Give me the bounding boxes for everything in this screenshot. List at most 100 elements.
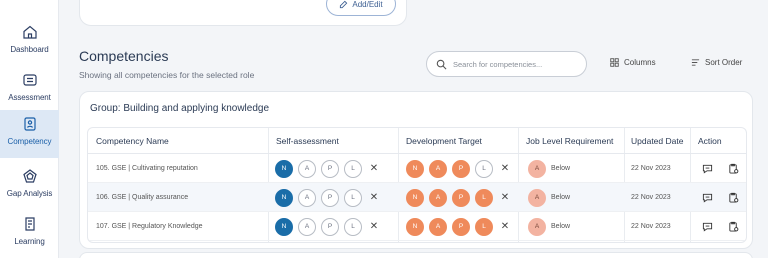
row-actions [702, 212, 739, 241]
assessment-icon [22, 74, 37, 86]
development-target-levels: N A P L ✕ [406, 154, 510, 183]
clear-target-icon[interactable]: ✕ [500, 192, 510, 203]
add-edit-button[interactable]: Add/Edit [326, 0, 396, 16]
learning-icon [24, 217, 35, 231]
clear-target-icon[interactable]: ✕ [500, 221, 510, 232]
next-group-card [79, 252, 753, 258]
self-level-n[interactable]: N [275, 188, 293, 207]
group-title: Group: Building and applying knowledge [90, 103, 270, 114]
header-updated-date[interactable]: Updated Date [631, 128, 683, 154]
comment-icon[interactable] [702, 192, 713, 203]
row-actions [702, 154, 739, 183]
comment-icon[interactable] [702, 221, 713, 232]
sidebar-item-label: Gap Analysis [6, 189, 53, 198]
competency-group-card: Group: Building and applying knowledge C… [79, 91, 753, 249]
self-level-l[interactable]: L [344, 188, 362, 207]
target-level-n[interactable]: N [406, 159, 424, 178]
development-target-levels: N A P L ✕ [406, 183, 510, 212]
clear-self-assessment-icon[interactable]: ✕ [369, 163, 379, 174]
target-level-n[interactable]: N [406, 217, 424, 236]
clear-self-assessment-icon[interactable]: ✕ [369, 192, 379, 203]
main-content: Add/Edit Competencies Showing all compet… [59, 0, 768, 258]
target-level-a[interactable]: A [429, 159, 447, 178]
search-box[interactable] [426, 51, 587, 77]
requirement-status: Below [551, 165, 571, 172]
row-actions [702, 183, 739, 212]
competency-name[interactable]: 106. GSE | Quality assurance [96, 183, 188, 212]
target-level-l[interactable]: L [475, 217, 493, 236]
sidebar-item-label: Competency [7, 137, 52, 146]
self-level-n[interactable]: N [275, 159, 293, 178]
header-development-target[interactable]: Development Target [406, 128, 482, 154]
updated-date: 22 Nov 2023 [631, 223, 671, 230]
target-level-n[interactable]: N [406, 188, 424, 207]
clipboard-settings-icon[interactable] [728, 221, 739, 232]
clear-self-assessment-icon[interactable]: ✕ [369, 221, 379, 232]
target-level-a[interactable]: A [429, 188, 447, 207]
header-self-assessment[interactable]: Self-assessment [276, 128, 339, 154]
sidebar-item-gap-analysis[interactable]: Gap Analysis [0, 162, 59, 210]
table-row: 107. GSE | Regulatory Knowledge N A P L … [88, 212, 746, 241]
page-title: Competencies [79, 48, 169, 64]
sidebar-item-label: Dashboard [10, 45, 49, 54]
self-assessment-levels: N A P L ✕ [275, 183, 379, 212]
target-level-p[interactable]: P [452, 188, 470, 207]
updated-date: 22 Nov 2023 [631, 165, 671, 172]
columns-icon [610, 58, 619, 67]
search-icon [436, 59, 447, 69]
self-level-l[interactable]: L [344, 217, 362, 236]
sidebar-item-label: Assessment [8, 93, 51, 102]
clear-target-icon[interactable]: ✕ [500, 163, 510, 174]
self-level-n[interactable]: N [275, 217, 293, 236]
job-level-requirement: A Below [528, 212, 570, 241]
competency-name[interactable]: 105. GSE | Cultivating reputation [96, 154, 198, 183]
self-level-a[interactable]: A [298, 188, 316, 207]
sidebar-item-dashboard[interactable]: Dashboard [0, 18, 59, 66]
sidebar-item-assessment[interactable]: Assessment [0, 66, 59, 114]
sort-order-label: Sort Order [705, 58, 743, 67]
columns-button[interactable]: Columns [610, 58, 656, 67]
competency-icon [23, 117, 36, 131]
header-competency-name[interactable]: Competency Name [96, 128, 169, 154]
sidebar-item-competency[interactable]: Competency [0, 110, 59, 158]
clipboard-settings-icon[interactable] [728, 192, 739, 203]
header-job-level-requirement[interactable]: Job Level Requirement [526, 128, 613, 154]
updated-date: 22 Nov 2023 [631, 194, 671, 201]
top-card: Add/Edit [79, 0, 407, 26]
self-level-p[interactable]: P [321, 159, 339, 178]
home-icon [22, 25, 37, 39]
requirement-badge: A [528, 217, 546, 236]
self-assessment-levels: N A P L ✕ [275, 154, 379, 183]
add-edit-label: Add/Edit [352, 0, 383, 9]
comment-icon[interactable] [702, 163, 713, 174]
sidebar-item-label: Learning [14, 237, 45, 246]
self-level-p[interactable]: P [321, 188, 339, 207]
self-level-a[interactable]: A [298, 217, 316, 236]
requirement-status: Below [551, 194, 571, 201]
clipboard-settings-icon[interactable] [728, 163, 739, 174]
sidebar-item-learning[interactable]: Learning [0, 210, 59, 258]
target-level-l[interactable]: L [475, 159, 493, 178]
self-level-a[interactable]: A [298, 159, 316, 178]
sidebar: Dashboard Assessment Competency Gap Anal… [0, 0, 59, 258]
page-subtitle: Showing all competencies for the selecte… [79, 70, 255, 80]
self-assessment-levels: N A P L ✕ [275, 212, 379, 241]
self-level-l[interactable]: L [344, 159, 362, 178]
table-header: Competency Name Self-assessment Developm… [88, 128, 746, 154]
development-target-levels: N A P L ✕ [406, 212, 510, 241]
requirement-badge: A [528, 188, 546, 207]
target-level-l[interactable]: L [475, 188, 493, 207]
competency-name[interactable]: 107. GSE | Regulatory Knowledge [96, 212, 203, 241]
table-row: 106. GSE | Quality assurance N A P L ✕ N… [88, 183, 746, 212]
requirement-badge: A [528, 159, 546, 178]
target-level-a[interactable]: A [429, 217, 447, 236]
sort-order-button[interactable]: Sort Order [691, 58, 742, 67]
table-row: 105. GSE | Cultivating reputation N A P … [88, 154, 746, 183]
competency-table: Competency Name Self-assessment Developm… [87, 127, 747, 243]
target-level-p[interactable]: P [452, 217, 470, 236]
search-input[interactable] [453, 59, 573, 69]
edit-icon [340, 0, 348, 8]
target-level-p[interactable]: P [452, 159, 470, 178]
gap-analysis-icon [22, 169, 37, 183]
self-level-p[interactable]: P [321, 217, 339, 236]
